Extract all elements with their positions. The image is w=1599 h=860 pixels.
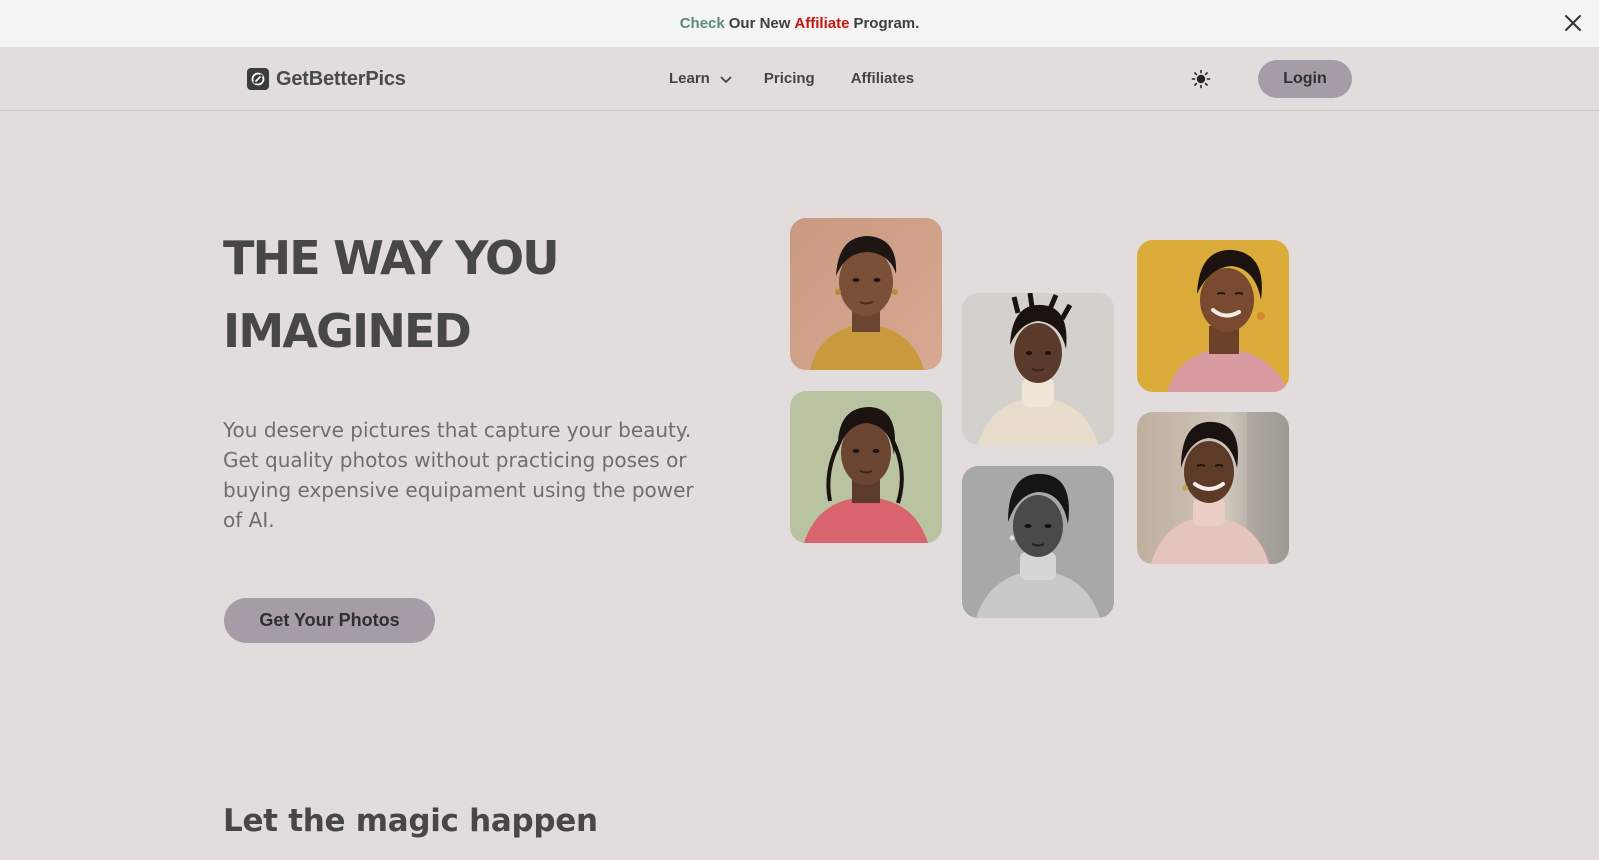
nav-learn-dropdown[interactable]: Learn [669,69,732,88]
announcement-affiliate-link[interactable]: Affiliate [794,15,849,32]
close-icon[interactable] [1561,11,1585,35]
brand-name: GetBetterPics [276,67,406,90]
brand-logo[interactable]: GetBetterPics [247,67,406,91]
nav-learn-label: Learn [669,70,710,87]
portrait-peach-background [790,218,942,370]
announcement-text: Our New [728,15,791,32]
portrait-yellow-background [1137,240,1289,392]
sun-icon [1190,69,1212,94]
hero-title-line-1: THE WAY YOU [223,231,560,285]
nav-pricing-label: Pricing [763,70,815,87]
nav-pricing-link[interactable]: Pricing [764,70,815,87]
section-title: Let the magic happen [223,803,598,839]
main-nav: Learn Pricing Affiliates [669,69,914,88]
get-your-photos-button[interactable]: Get Your Photos [224,598,435,643]
brand-logo-icon [247,68,269,90]
announcement-bar: Check Our New Affiliate Program. [0,0,1599,47]
announcement-check-link[interactable]: Check [680,15,725,32]
hero-description: You deserve pictures that capture your b… [223,418,694,532]
site-header: GetBetterPics Learn Pricing Affiliates L… [0,47,1599,111]
login-button[interactable]: Login [1258,60,1352,98]
hero-title-line-2: IMAGINED [223,304,472,358]
portrait-street-background [1137,412,1289,564]
nav-affiliates-link[interactable]: Affiliates [851,70,914,87]
announcement-text-end: Program. [853,15,920,32]
portrait-green-background [790,391,942,543]
portrait-monochrome [962,466,1114,618]
hero-title: THE WAY YOU IMAGINED [223,222,703,368]
portrait-grey-background [962,293,1114,445]
nav-affiliates-label: Affiliates [850,70,915,87]
theme-toggle-button[interactable] [1190,68,1212,90]
chevron-down-icon [720,71,732,88]
